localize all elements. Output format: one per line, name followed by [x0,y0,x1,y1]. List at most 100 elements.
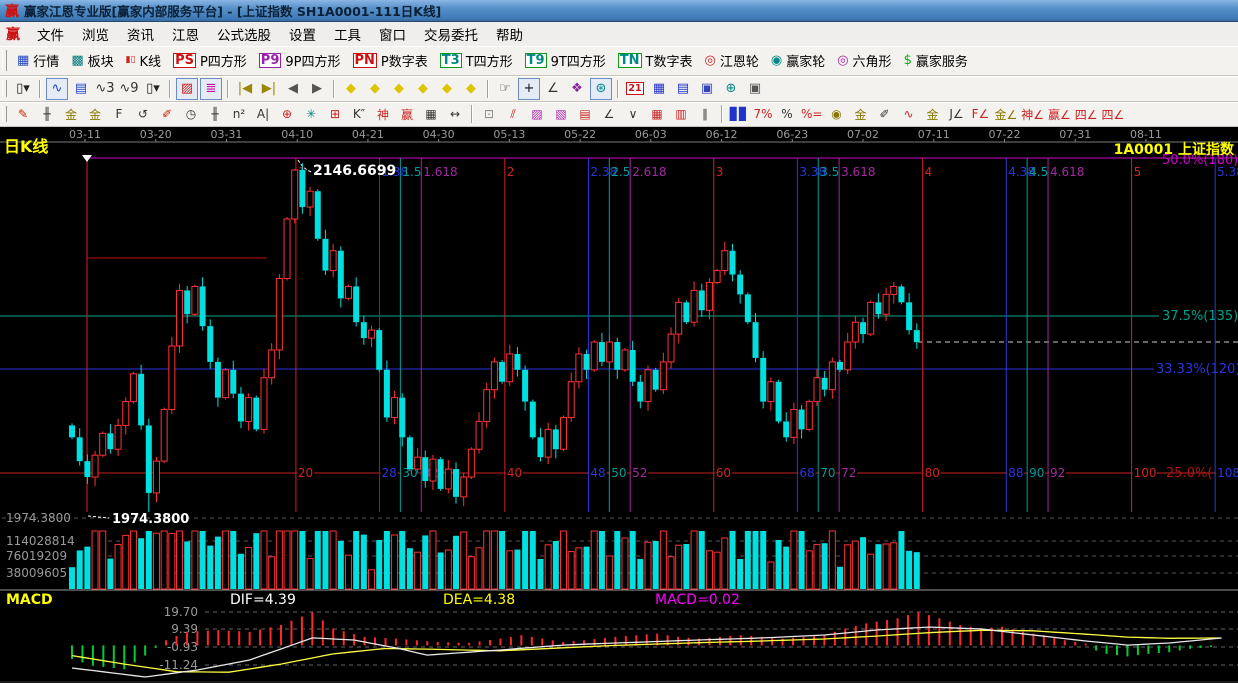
gold-angle-icon[interactable]: 金∠ [993,103,1018,125]
ruler-grid-icon[interactable]: ▦ [420,103,442,125]
gold-bell-a-icon[interactable]: 金 [60,103,82,125]
scroll-right-icon[interactable]: ◆ [364,78,386,100]
zigzag-tool-icon[interactable]: ∿ [46,77,68,100]
menu-item-7[interactable]: 工具 [325,22,370,46]
pct-lines-icon[interactable]: %= [800,103,823,125]
red-grid-fan-icon[interactable]: ▤ [574,103,596,125]
next-page-icon[interactable]: ▶ [306,78,328,100]
circle-compass-icon[interactable]: ⊕ [276,103,298,125]
last-page-icon[interactable]: ▶| [258,78,280,100]
red-grid-a-icon[interactable]: ▦ [646,103,668,125]
toolbar-grip[interactable] [2,105,7,123]
wave9-icon[interactable]: ∿9 [118,78,140,100]
j-angle-icon[interactable]: J∠ [945,103,967,125]
hand-tool-icon[interactable]: ☞ [494,78,516,100]
candle-style-dropdown-icon[interactable]: ▯▾ [12,78,34,100]
time-clock-icon[interactable]: ◷ [180,103,202,125]
zoom-out-h-icon[interactable]: ◆ [388,78,410,100]
red-grid-b-icon[interactable]: ▥ [670,103,692,125]
t9-square-button[interactable]: T9 9T四方形 [519,49,612,73]
compress-all-icon[interactable]: ◆ [436,78,458,100]
p9-square-button[interactable]: P9 9P四方形 [253,49,347,73]
gold-under-icon[interactable]: 金 [921,103,943,125]
candle-width-dropdown-icon[interactable]: ▯▾ [142,78,164,100]
t-square-button[interactable]: T3 T四方形 [434,49,519,73]
menu-item-3[interactable]: 资讯 [118,22,163,46]
gann-brain-icon[interactable]: ⊛ [590,77,612,100]
star-burst-icon[interactable]: ✳ [300,103,322,125]
blocks-button[interactable]: ▩ 板块 [65,49,119,73]
f-lines-icon[interactable]: F [108,103,130,125]
volume-profile-icon[interactable]: ≣ [200,77,222,100]
gold-lines-icon[interactable]: 金 [849,103,871,125]
si-angle-b-icon[interactable]: 四∠ [1101,103,1126,125]
wave3-icon[interactable]: ∿3 [94,78,116,100]
menu-item-10[interactable]: 帮助 [487,22,532,46]
column-pair-icon[interactable]: ▊▊ [728,103,750,125]
hash-b-icon[interactable]: ╫ [204,103,226,125]
measure-tool-icon[interactable]: ❖ [566,78,588,100]
grid-hash-icon[interactable]: ╫ [36,103,58,125]
hexagon-button[interactable]: ◎ 六角形 [831,49,897,73]
corner-box-icon[interactable]: ⊡ [478,103,500,125]
a-mirror-icon[interactable]: A| [252,103,274,125]
workstation-icon[interactable]: ▣ [744,78,766,100]
t-table-button[interactable]: TN T数字表 [612,49,699,73]
magenta-box-a-icon[interactable]: ▨ [526,103,548,125]
menu-item-8[interactable]: 窗口 [370,22,415,46]
calendar-icon[interactable]: 21 [624,78,646,100]
spiral-icon[interactable]: ↺ [132,103,154,125]
prev-page-icon[interactable]: ◀ [282,78,304,100]
menu-item-1[interactable]: 文件 [28,22,73,46]
quote-grid-button[interactable]: ▦ 行情 [11,49,65,73]
expand-all-icon[interactable]: ◆ [460,78,482,100]
red-knife-icon[interactable]: ✐ [156,103,178,125]
chart-svg[interactable]: 03-11 03-20 03-31 04-10 04-21 04-30 05-13 05-22… [0,127,1238,683]
crosshair-tool-icon[interactable]: + [518,77,540,100]
pattern-overlay-icon[interactable]: ▨ [176,77,198,100]
zoom-in-h-icon[interactable]: ◆ [412,78,434,100]
seven-pct-icon[interactable]: 7% [752,103,774,125]
k-notation-icon[interactable]: K″ [348,103,370,125]
kline-button[interactable]: ▮▯ K线 [120,49,167,73]
gold-circle-icon[interactable]: ◉ [825,103,847,125]
notes-icon[interactable]: ▤ [672,78,694,100]
title-bar[interactable]: 赢 赢家江恩专业版[赢家内部服务平台] - [上证指数 SH1A0001-111… [0,0,1238,22]
shen-tool-icon[interactable]: 神 [372,103,394,125]
p-square-button[interactable]: PS P四方形 [167,49,253,73]
angle-measure-icon[interactable]: ∠ [542,78,564,100]
square-target-icon[interactable]: ⊞ [324,103,346,125]
wave-channel-icon[interactable]: ∿ [897,103,919,125]
service-button[interactable]: $ 赢家服务 [898,49,974,73]
gold-bell-b-icon[interactable]: 金 [84,103,106,125]
f-angle-icon[interactable]: F∠ [969,103,991,125]
angle-fan-icon[interactable]: ∠ [598,103,620,125]
save-icon[interactable]: ▣ [696,78,718,100]
menu-item-9[interactable]: 交易委托 [415,22,487,46]
menu-item-6[interactable]: 设置 [280,22,325,46]
ray-fan-icon[interactable]: ⫽ [502,103,524,125]
info-panel-icon[interactable]: ▤ [70,78,92,100]
winner-wheel-button[interactable]: ◉ 赢家轮 [765,49,831,73]
volume-series[interactable] [69,530,920,590]
ying-angle-icon[interactable]: 赢∠ [1047,103,1072,125]
gann-wheel-button[interactable]: ◎ 江恩轮 [698,49,764,73]
web-update-icon[interactable]: ⊕ [720,78,742,100]
pen-b-icon[interactable]: ✐ [873,103,895,125]
menu-item-5[interactable]: 公式选股 [208,22,280,46]
v-wave-icon[interactable]: ∨ [622,103,644,125]
ying-tool-icon[interactable]: 赢 [396,103,418,125]
scroll-left-icon[interactable]: ◆ [340,78,362,100]
si-angle-icon[interactable]: 四∠ [1074,103,1099,125]
p-table-button[interactable]: PN P数字表 [347,49,434,73]
toolbar-grip[interactable] [2,79,7,98]
parallel-lines-icon[interactable]: ∥ [694,103,716,125]
menu-item-2[interactable]: 浏览 [73,22,118,46]
span-arrows-icon[interactable]: ↔ [444,103,466,125]
n-squared-icon[interactable]: n² [228,103,250,125]
magenta-box-b-icon[interactable]: ▧ [550,103,572,125]
toolbar-grip[interactable] [2,50,7,71]
shen-angle-icon[interactable]: 神∠ [1020,103,1045,125]
pen-knife-icon[interactable]: ✎ [12,103,34,125]
menu-item-4[interactable]: 江恩 [163,22,208,46]
